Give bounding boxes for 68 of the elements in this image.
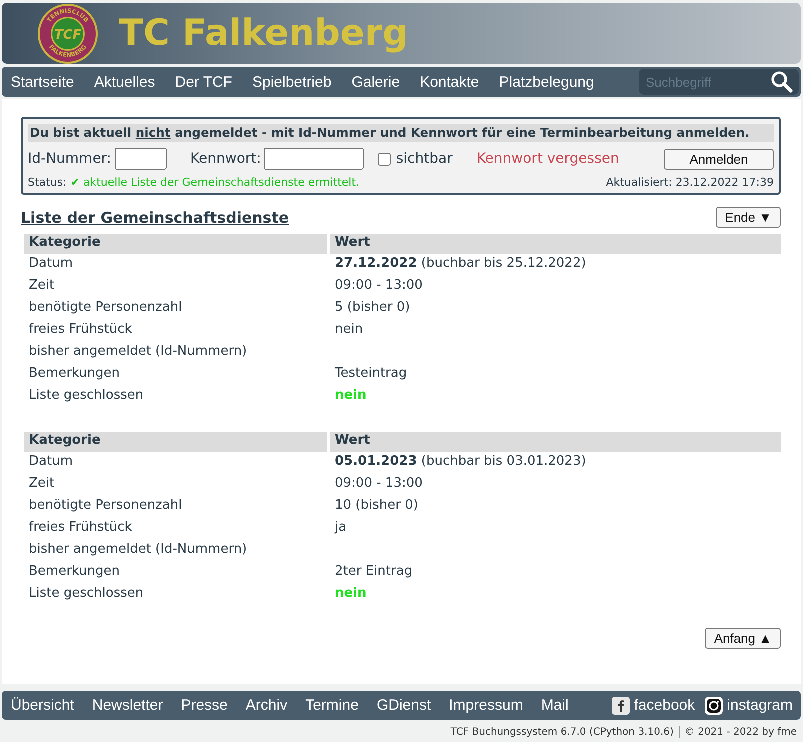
table-cell-text: bisher angemeldet (Id-Nummern) [28, 343, 248, 361]
table-cell-text: nein [334, 321, 364, 339]
end-button[interactable]: Ende ▼ [716, 207, 781, 228]
id-input-field[interactable] [114, 148, 167, 170]
column-header: Kategorie [24, 432, 327, 452]
table-cell-text: freies Frühstück [28, 519, 134, 537]
nav-link[interactable]: Spielbetrieb [252, 74, 332, 90]
table-cell-text: nein [334, 387, 368, 405]
column-header: Wert [330, 234, 781, 254]
footer-link[interactable]: Presse [181, 697, 228, 714]
column-header: Kategorie [24, 234, 327, 254]
footer-link[interactable]: Newsletter [92, 697, 164, 714]
version-text: TCF Buchungssystem 6.7.0 (CPython 3.10.6) [450, 726, 674, 738]
facebook-icon [612, 696, 630, 714]
show-password-checkbox[interactable] [378, 152, 392, 166]
table-cell-text: 09:00 - 13:00 [334, 475, 424, 493]
show-password-label: sichtbar [396, 151, 453, 167]
table-cell-text: Bemerkungen [28, 365, 122, 383]
social-link[interactable]: instagram [705, 696, 793, 714]
table-cell-text: Datum [28, 453, 74, 471]
login-button[interactable]: Anmelden [664, 148, 774, 170]
nav-link[interactable]: Galerie [352, 74, 400, 90]
footer-link[interactable]: Termine [306, 697, 359, 714]
updated-timestamp: Aktualisiert: 23.12.2022 17:39 [606, 176, 774, 189]
column-header: Wert [330, 432, 781, 452]
forgot-password-link[interactable]: Kennwort vergessen [476, 151, 620, 167]
footer-link[interactable]: GDienst [376, 697, 432, 714]
table-cell-text: bisher angemeldet (Id-Nummern) [28, 541, 248, 559]
list-title: Liste der Gemeinschaftsdienste [21, 208, 290, 226]
table-cell-text: 09:00 - 13:00 [334, 277, 424, 295]
table-cell-text: Testeintrag [334, 365, 408, 383]
table-cell-text: 27.12.2022 (buchbar bis 25.12.2022) [334, 255, 588, 273]
table-cell-text: freies Frühstück [28, 321, 134, 339]
login-notice: Du bist aktuell nicht angemeldet - mit Id-Nummer und Kennwort für eine Terminbearbeitung anmelden. [28, 124, 774, 142]
table-cell-text: 5 (bisher 0) [334, 299, 412, 317]
footer-link[interactable]: Mail [541, 697, 569, 714]
table-cell-text: Liste geschlossen [28, 585, 145, 603]
table-cell-text: Zeit [28, 277, 56, 295]
table-cell-text: 10 (bisher 0) [334, 497, 420, 515]
nav-link[interactable]: Der TCF [175, 74, 232, 90]
password-label: Kennwort: [190, 151, 262, 167]
table-cell-text: nein [334, 585, 368, 603]
copyright-text: © 2021 - 2022 by fme [684, 726, 797, 738]
nav-link[interactable]: Platzbelegung [499, 74, 594, 90]
nav-link[interactable]: Kontakte [420, 74, 480, 90]
nav-link[interactable]: Startseite [11, 74, 74, 90]
table-cell-text: benötigte Personenzahl [28, 497, 184, 515]
social-link[interactable]: facebook [612, 696, 696, 714]
table-cell-text: 2ter Eintrag [334, 563, 414, 581]
table-cell-text: benötigte Personenzahl [28, 299, 184, 317]
status-label: Status: [28, 176, 67, 189]
footer-link[interactable]: Impressum [449, 697, 524, 714]
status-message: ✔ aktuelle Liste der Gemeinschaftsdienste ermittelt. [70, 176, 360, 189]
search-icon[interactable] [771, 71, 793, 93]
table-cell-text: Liste geschlossen [28, 387, 145, 405]
id-label: Id-Nummer: [28, 151, 112, 167]
footer-link[interactable]: Archiv [246, 697, 288, 714]
password-input-field[interactable] [264, 148, 364, 170]
footer-link[interactable]: Übersicht [11, 697, 74, 714]
instagram-icon [705, 696, 724, 714]
table-cell-text: ja [334, 519, 348, 537]
table-cell-text: Zeit [28, 475, 56, 493]
table-cell-text: 05.01.2023 (buchbar bis 03.01.2023) [334, 453, 588, 471]
start-button[interactable]: Anfang ▲ [705, 628, 781, 649]
table-cell-text: Bemerkungen [28, 563, 122, 581]
table-cell-text: Datum [28, 255, 74, 273]
nav-link[interactable]: Aktuelles [94, 74, 156, 90]
site-title: TC Falkenberg [119, 13, 408, 54]
